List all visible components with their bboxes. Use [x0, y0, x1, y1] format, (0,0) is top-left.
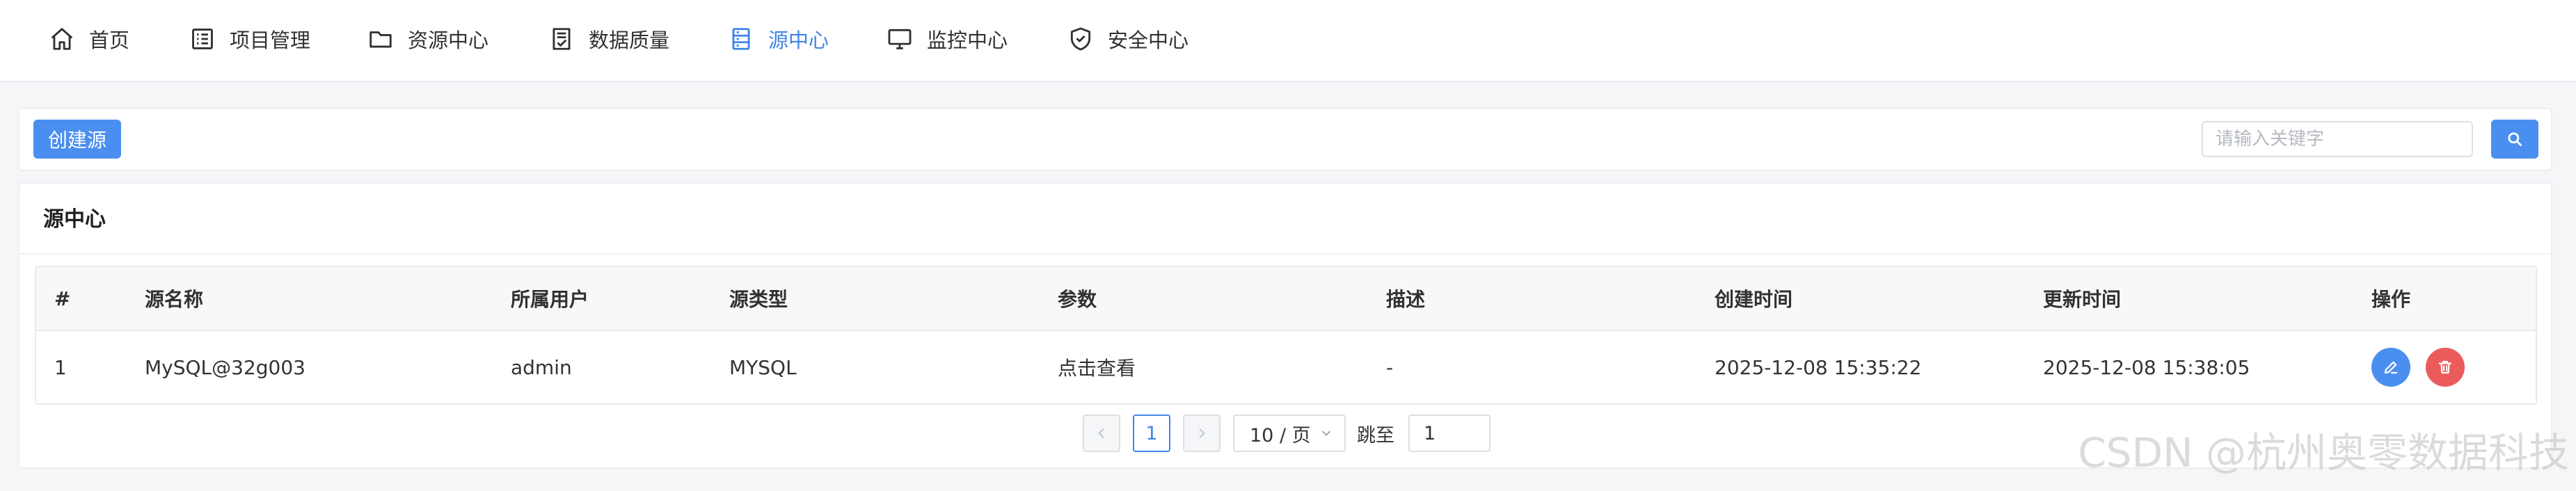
column-header: #: [54, 287, 71, 310]
nav-item-label: 安全中心: [1108, 29, 1189, 52]
column-header: 所属用户: [511, 288, 589, 311]
column-header: 更新时间: [2043, 288, 2122, 311]
column-header: 描述: [1386, 288, 1426, 311]
page-title: 源中心: [43, 207, 106, 232]
list-icon: [192, 29, 213, 49]
prev-page-button[interactable]: [1083, 414, 1120, 452]
search-icon: [2508, 132, 2522, 147]
top-navigation: 首页 项目管理 资源中心 数据质量 源中心 监控中心 安全中心: [0, 0, 2576, 82]
nav-item-label: 源中心: [768, 29, 829, 52]
delete-button[interactable]: [2426, 348, 2465, 387]
create-source-button[interactable]: 创建源: [33, 120, 121, 159]
shield-check-icon: [1070, 27, 1091, 51]
nav-item-label: 项目管理: [230, 29, 311, 52]
nav-item-label: 资源中心: [408, 29, 489, 52]
database-icon: [732, 28, 750, 50]
jump-page-input[interactable]: 1: [1408, 414, 1490, 452]
created-time: 2025-12-08 15:35:22: [1715, 355, 1922, 379]
trash-icon: [2438, 360, 2452, 374]
column-header: 操作: [2371, 288, 2411, 311]
next-page-button[interactable]: [1183, 414, 1221, 452]
nav-item-label: 数据质量: [589, 29, 670, 52]
source-table: # 源名称 所属用户 源类型 参数 描述 创建时间 更新时间 操作 1 MySQ…: [35, 266, 2537, 405]
folder-icon: [369, 31, 392, 48]
source-type: MYSQL: [729, 355, 797, 379]
nav-item-resources[interactable]: 资源中心: [367, 21, 488, 57]
view-params-link[interactable]: 点击查看: [1058, 331, 1136, 403]
watermark: CSDN @杭州奥零数据科技: [2078, 429, 2569, 476]
nav-item-label: 监控中心: [927, 29, 1008, 52]
jump-label: 跳至: [1357, 424, 1394, 446]
updated-time: 2025-12-08 15:38:05: [2043, 355, 2250, 379]
source-name: MySQL@32g003: [145, 355, 305, 379]
nav-item-security[interactable]: 安全中心: [1067, 21, 1188, 57]
column-header: 参数: [1058, 288, 1097, 311]
table-row: 1 MySQL@32g003 admin MYSQL 点击查看 - 2025-1…: [36, 331, 2536, 403]
column-header: 创建时间: [1715, 288, 1793, 311]
home-icon: [51, 28, 73, 50]
search-input[interactable]: [2202, 121, 2473, 157]
row-index: 1: [54, 355, 67, 379]
description: -: [1386, 355, 1394, 379]
chevron-right-icon: [1199, 428, 1205, 438]
column-header: 源名称: [145, 288, 204, 311]
table-header: # 源名称 所属用户 源类型 参数 描述 创建时间 更新时间 操作: [36, 267, 2536, 331]
nav-item-label: 首页: [89, 29, 130, 52]
monitor-icon: [888, 29, 912, 49]
nav-item-source-center[interactable]: 源中心: [728, 21, 829, 57]
search-button[interactable]: [2491, 120, 2538, 159]
nav-item-monitor[interactable]: 监控中心: [887, 21, 1008, 57]
chevron-left-icon: [1098, 428, 1104, 438]
document-check-icon: [552, 28, 571, 50]
page-size-value: 10 / 页: [1250, 424, 1311, 446]
toolbar: 创建源: [18, 108, 2552, 171]
nav-item-data-quality[interactable]: 数据质量: [548, 21, 669, 57]
nav-item-home[interactable]: 首页: [49, 21, 129, 57]
owner-user: admin: [511, 355, 572, 379]
edit-button[interactable]: [2371, 348, 2410, 387]
edit-icon: [2384, 361, 2398, 374]
chevron-down-icon: [1322, 430, 1330, 436]
page-number-current[interactable]: 1: [1133, 414, 1170, 452]
nav-item-projects[interactable]: 项目管理: [189, 21, 310, 57]
page-size-select[interactable]: 10 / 页: [1233, 414, 1346, 452]
divider: [19, 253, 2551, 255]
column-header: 源类型: [729, 288, 788, 311]
row-actions: [2371, 331, 2480, 403]
